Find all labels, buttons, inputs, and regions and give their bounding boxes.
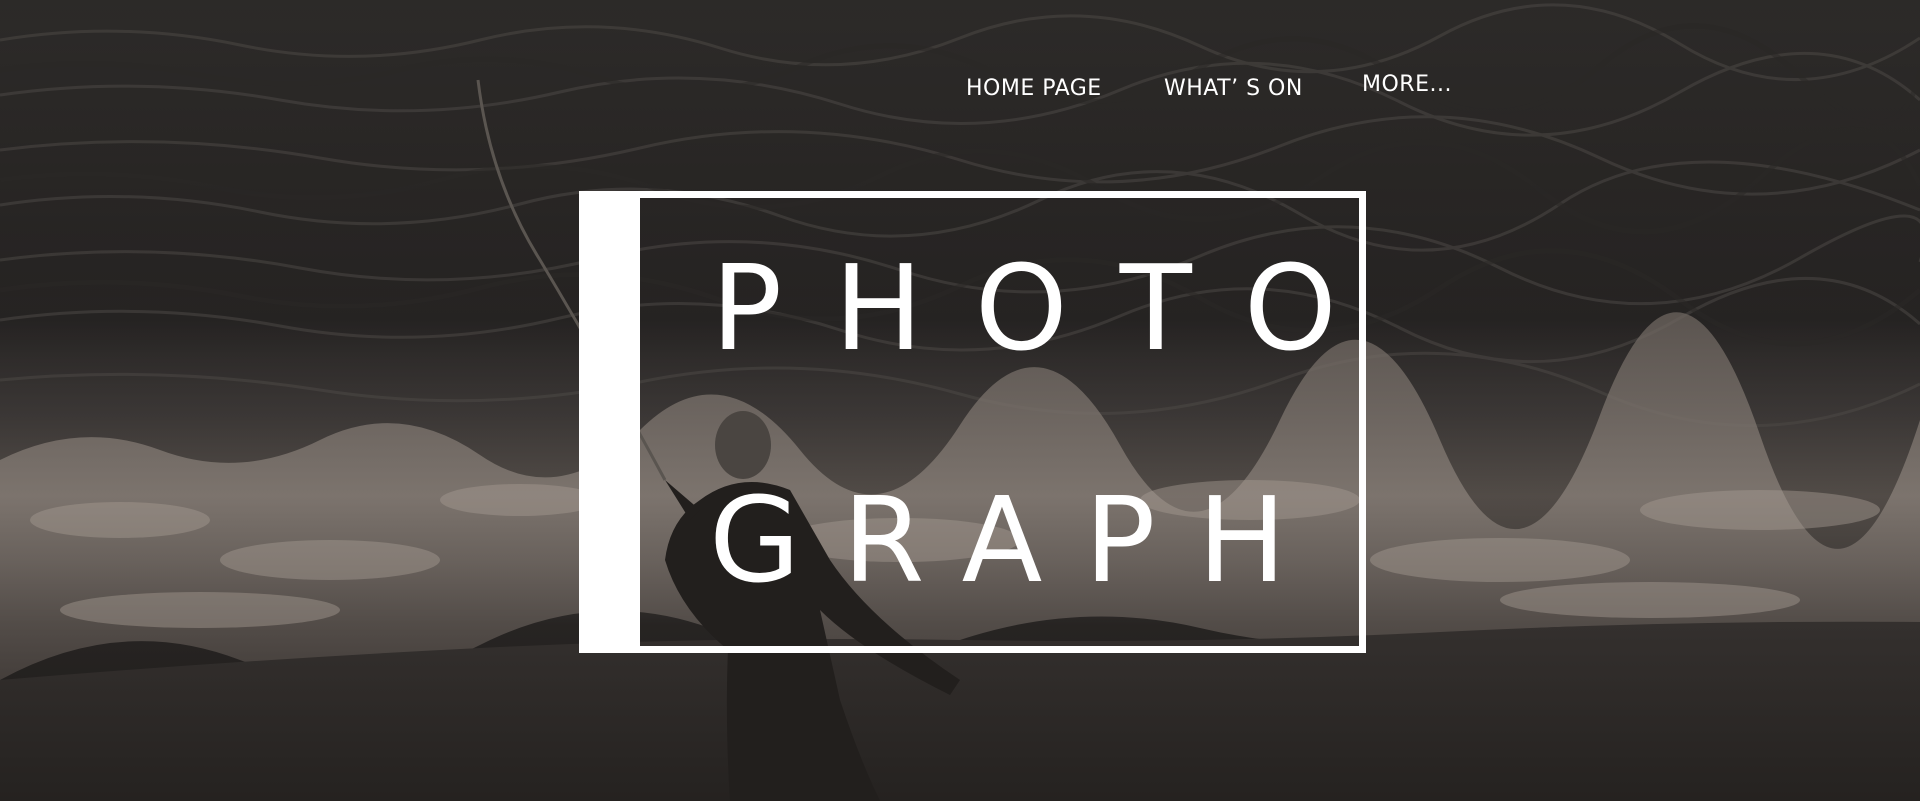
nav-link-home-page[interactable]: HOME PAGE	[966, 76, 1102, 101]
logo-text-line-1: PHOTO	[711, 239, 1389, 377]
site-logo: PHOTO GRAPH	[579, 191, 1366, 653]
nav-link-more[interactable]: MORE...	[1362, 72, 1452, 97]
logo-text-line-2: GRAPH	[709, 471, 1329, 609]
nav-link-whats-on[interactable]: WHAT’ S ON	[1164, 76, 1303, 101]
